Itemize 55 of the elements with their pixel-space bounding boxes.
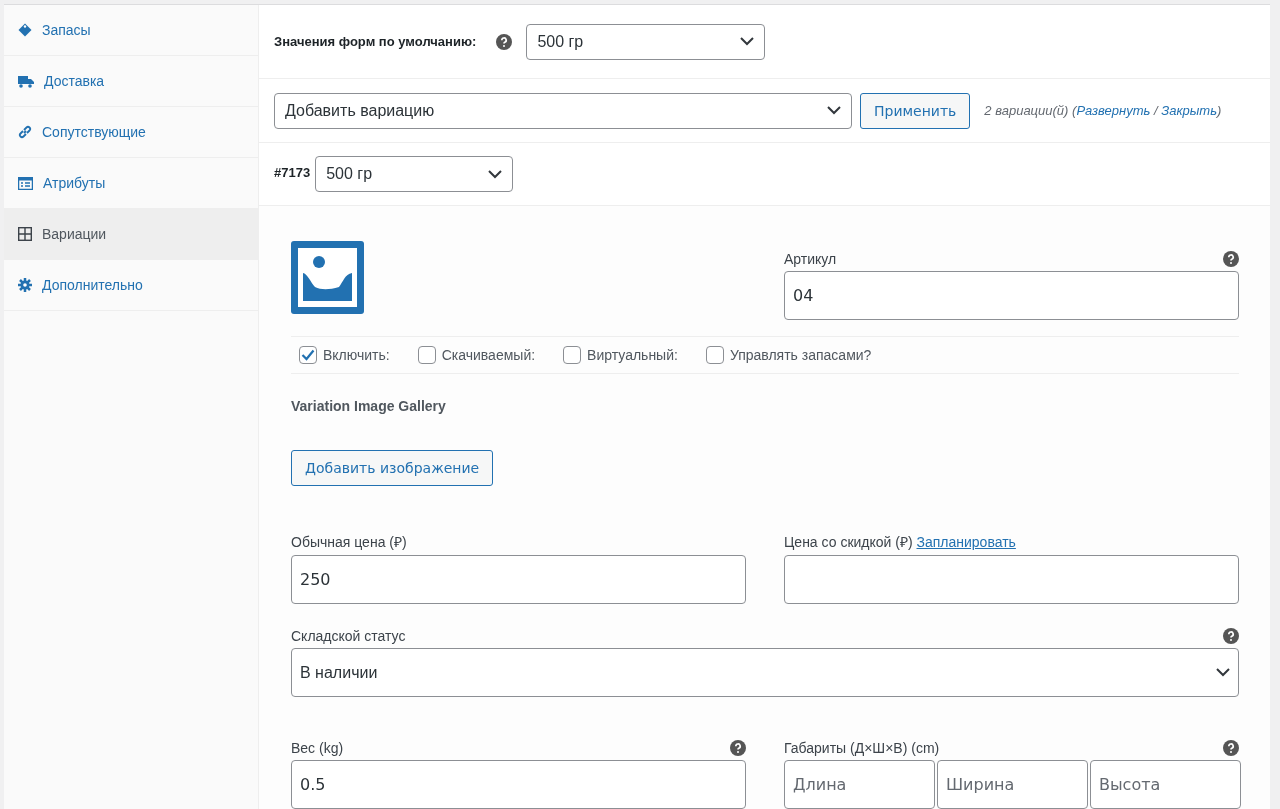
- weight-label: Вес (kg): [291, 740, 344, 756]
- sidebar-tab[interactable]: Доставка: [4, 56, 258, 107]
- dimension-input[interactable]: Ширина: [937, 760, 1088, 809]
- expand-link[interactable]: Развернуть: [1076, 103, 1151, 118]
- chevron-down-icon: [488, 169, 503, 179]
- default-form-select[interactable]: 500 гр: [526, 23, 766, 60]
- checkbox-label: Управлять запасами?: [729, 347, 872, 363]
- add-image-button[interactable]: Добавить изображение: [291, 450, 494, 486]
- apply-button[interactable]: Применить: [860, 92, 971, 129]
- bulk-action-select[interactable]: Добавить вариацию: [274, 92, 852, 129]
- help-icon[interactable]: [1223, 251, 1239, 267]
- gear-icon: [18, 278, 32, 292]
- dimensions-label: Габариты (Д×Ш×В) (cm): [784, 740, 940, 756]
- help-icon[interactable]: [1223, 628, 1239, 644]
- help-icon[interactable]: [730, 740, 746, 756]
- checkbox[interactable]: [299, 346, 317, 364]
- card-icon: [18, 176, 33, 190]
- sidebar-tab[interactable]: Сопутствующие: [4, 107, 258, 158]
- stock-status-label: Складской статус: [291, 628, 406, 644]
- gallery-title: Variation Image Gallery: [291, 398, 447, 414]
- variation-attribute-select[interactable]: 500 гр: [315, 156, 514, 192]
- collapse-link[interactable]: Закрыть: [1161, 103, 1217, 118]
- dimension-input[interactable]: Длина: [784, 760, 935, 809]
- truck-icon: [18, 74, 34, 88]
- regular-price-input[interactable]: 250: [291, 555, 746, 604]
- sidebar-tab[interactable]: Дополнительно: [4, 260, 258, 311]
- image-placeholder-icon[interactable]: [291, 241, 364, 314]
- weight-input[interactable]: 0.5: [291, 760, 746, 809]
- dimension-input[interactable]: Высота: [1090, 760, 1241, 809]
- checkbox[interactable]: [705, 346, 724, 364]
- schedule-link[interactable]: Запланировать: [916, 534, 1016, 550]
- link-icon: [18, 125, 32, 139]
- help-icon[interactable]: [1223, 740, 1239, 756]
- chevron-down-icon: [740, 37, 755, 46]
- sidebar-tab[interactable]: Вариации: [4, 209, 258, 260]
- help-icon[interactable]: [496, 33, 513, 50]
- regular-price-label: Обычная цена (₽): [291, 533, 407, 551]
- defaults-label: Значения форм по умолчанию:: [274, 34, 477, 49]
- sku-label: Артикул: [784, 251, 837, 267]
- checkbox-label: Виртуальный:: [587, 347, 678, 363]
- stock-status-select[interactable]: В наличии: [291, 648, 1239, 697]
- checkbox-label: Включить:: [323, 347, 390, 363]
- grid-icon: [18, 227, 32, 241]
- variations-count: 2 вариации(й) (Развернуть / Закрыть): [984, 103, 1222, 118]
- variation-id: #7173: [274, 165, 311, 180]
- checkbox-label: Скачиваемый:: [441, 347, 536, 363]
- chevron-down-icon: [1216, 668, 1230, 677]
- tag-icon: [18, 23, 32, 37]
- sku-input[interactable]: 04: [784, 271, 1239, 320]
- sidebar-tab[interactable]: Запасы: [4, 5, 258, 56]
- checkbox[interactable]: [417, 346, 436, 364]
- sale-price-label: Цена со скидкой (₽) Запланировать: [784, 533, 1016, 551]
- chevron-down-icon: [827, 106, 841, 115]
- sale-price-input[interactable]: [784, 555, 1239, 604]
- checkbox[interactable]: [563, 346, 582, 364]
